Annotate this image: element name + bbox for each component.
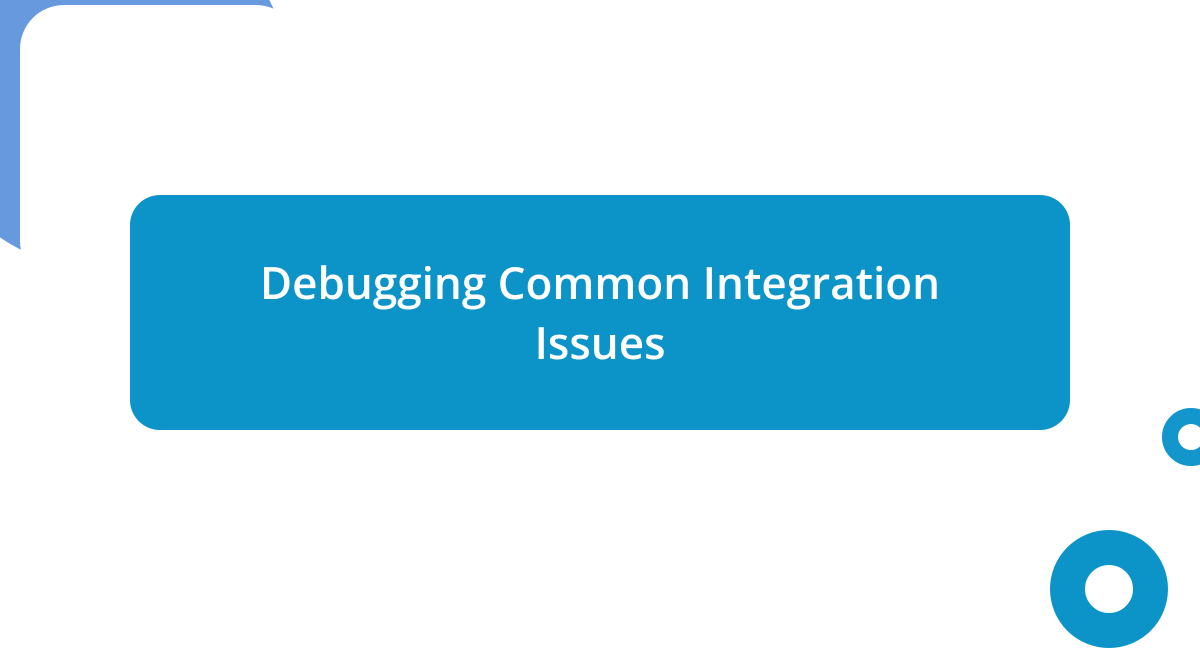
decorative-ring-small — [1162, 408, 1200, 466]
title-card: Debugging Common Integration Issues — [130, 195, 1070, 430]
decorative-ring-large — [1050, 530, 1168, 648]
page-title: Debugging Common Integration Issues — [190, 253, 1010, 372]
